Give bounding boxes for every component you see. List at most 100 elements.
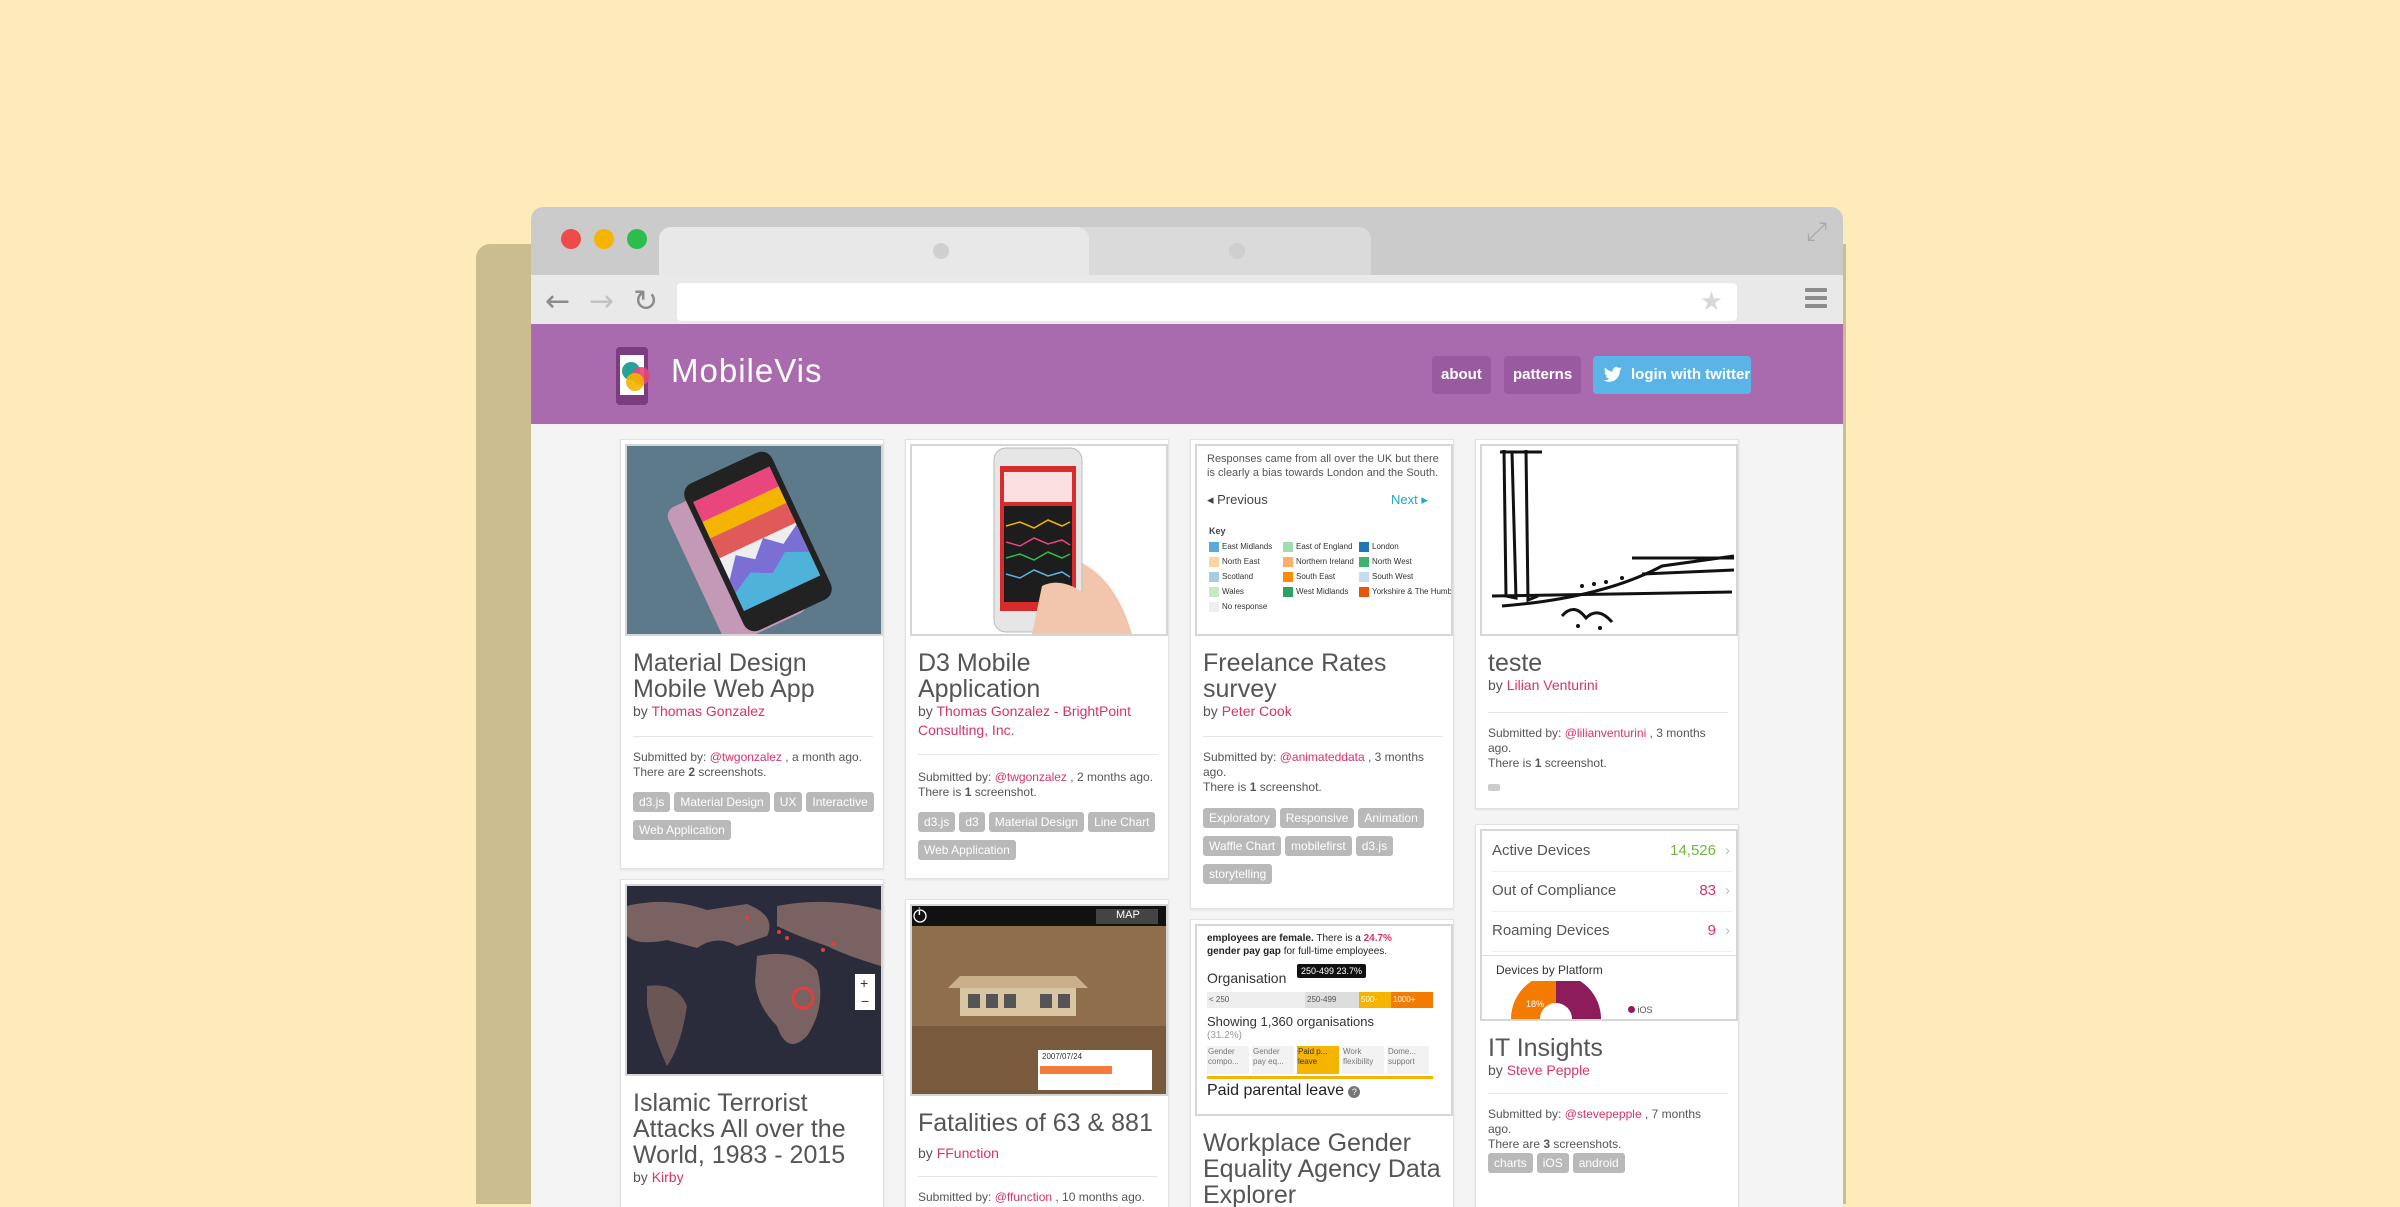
- tag[interactable]: storytelling: [1203, 864, 1273, 884]
- author-link[interactable]: Steve Pepple: [1507, 1062, 1590, 1078]
- submitter-handle[interactable]: @ffunction: [995, 1190, 1052, 1204]
- tag[interactable]: Material Design: [674, 792, 770, 812]
- tag[interactable]: mobilefirst: [1285, 836, 1352, 856]
- legend-item: East of England: [1283, 542, 1352, 552]
- card-teste[interactable]: teste by Lilian Venturini Submitted by: …: [1475, 439, 1739, 809]
- legend-label: North East: [1222, 557, 1260, 567]
- tag[interactable]: d3.js: [633, 792, 671, 812]
- about-button[interactable]: about: [1432, 356, 1491, 394]
- card-byline: by Peter Cook: [1203, 703, 1292, 719]
- tag[interactable]: Waffle Chart: [1203, 836, 1282, 856]
- tag[interactable]: iOS: [1536, 1153, 1569, 1173]
- mobilevis-logo-icon[interactable]: [615, 346, 661, 408]
- tag[interactable]: UX: [773, 792, 803, 812]
- divider: [1203, 736, 1443, 737]
- submitter-handle[interactable]: @stevepepple: [1565, 1107, 1642, 1121]
- tag[interactable]: Exploratory: [1203, 808, 1276, 828]
- submitter-handle[interactable]: @twgonzalez: [710, 750, 782, 764]
- address-bar[interactable]: ★: [677, 283, 1737, 321]
- card-workplace-gender[interactable]: employees are female. There is a 24.7% ge…: [1190, 919, 1454, 1207]
- pagination-dot[interactable]: [1488, 784, 1500, 791]
- card-title[interactable]: Freelance Rates survey: [1203, 650, 1443, 702]
- card-freelance-rates[interactable]: Responses came from all over the UK but …: [1190, 439, 1454, 909]
- card-title[interactable]: Fatalities of 63 & 881: [918, 1110, 1158, 1136]
- browser-tab-2[interactable]: [1071, 227, 1371, 275]
- tag[interactable]: d3.js: [1355, 836, 1394, 856]
- card-title[interactable]: Material Design Mobile Web App: [633, 650, 873, 702]
- card-thumbnail[interactable]: [625, 444, 883, 636]
- card-it-insights[interactable]: Active Devices 14,526 › Out of Compliance 83…: [1475, 824, 1739, 1207]
- tooltip: 250-499 23.7%: [1297, 964, 1367, 978]
- card-material-design[interactable]: Material Design Mobile Web App by Thomas…: [620, 439, 884, 869]
- browser-window: ⤢ ← → ↻ ★ MobileVis about patterns login…: [531, 207, 1843, 1207]
- back-arrow-icon[interactable]: ←: [545, 285, 570, 319]
- author-link[interactable]: Thomas Gonzalez - BrightPoint Consulting…: [918, 703, 1131, 738]
- chart-legend-item: iOS: [1628, 1005, 1653, 1015]
- thumb-caption: Responses came from all over the UK but …: [1207, 453, 1439, 479]
- reload-icon[interactable]: ↻: [633, 285, 658, 319]
- card-byline: by Steve Pepple: [1488, 1062, 1590, 1078]
- card-thumbnail[interactable]: employees are female. There is a 24.7% ge…: [1195, 924, 1453, 1116]
- patterns-button[interactable]: patterns: [1504, 356, 1582, 394]
- tab-bar: ⤢: [531, 207, 1843, 275]
- footer-label: Paid parental leave ?: [1207, 1082, 1361, 1100]
- chevron-right-icon: ›: [1725, 882, 1730, 899]
- tag[interactable]: android: [1572, 1153, 1625, 1173]
- card-thumbnail[interactable]: [1480, 444, 1738, 636]
- card-terrorist-attacks[interactable]: + − Islamic Terrorist Attacks All over t…: [620, 879, 884, 1207]
- phone-in-hand-image: [912, 446, 1166, 634]
- bookmark-star-icon[interactable]: ★: [1700, 287, 1723, 317]
- tab-close-icon[interactable]: [1229, 243, 1245, 259]
- maximize-window-button[interactable]: [627, 229, 647, 249]
- login-label: login with twitter: [1631, 366, 1751, 383]
- forward-arrow-icon[interactable]: →: [589, 285, 614, 319]
- submitter-handle[interactable]: @animateddata: [1280, 750, 1365, 764]
- tag[interactable]: d3.js: [918, 812, 956, 832]
- submitter-handle[interactable]: @twgonzalez: [995, 770, 1067, 784]
- card-d3-mobile[interactable]: D3 Mobile Application by Thomas Gonzalez…: [905, 439, 1169, 879]
- fatalities-scene-image: [912, 906, 1166, 1094]
- author-link[interactable]: Lilian Venturini: [1507, 677, 1598, 693]
- minimize-window-button[interactable]: [594, 229, 614, 249]
- band: 500-: [1359, 992, 1391, 1008]
- tab-close-icon[interactable]: [933, 243, 949, 259]
- legend-item: South East: [1283, 572, 1335, 582]
- tag[interactable]: Web Application: [633, 820, 731, 840]
- author-link[interactable]: FFunction: [937, 1145, 999, 1161]
- tag[interactable]: Animation: [1358, 808, 1424, 828]
- login-with-twitter-button[interactable]: login with twitter: [1593, 356, 1751, 394]
- submitter-handle[interactable]: @lilianventurini: [1565, 726, 1647, 740]
- card-thumbnail[interactable]: + −: [625, 884, 883, 1076]
- card-title[interactable]: Islamic Terrorist Attacks All over the W…: [633, 1090, 873, 1168]
- row-label: Roaming Devices: [1492, 922, 1610, 939]
- tag[interactable]: Line Chart: [1088, 812, 1156, 832]
- fullscreen-icon[interactable]: ⤢: [1806, 217, 1827, 248]
- card-title[interactable]: teste: [1488, 650, 1728, 676]
- tag[interactable]: Responsive: [1279, 808, 1355, 828]
- category-column: Paid p... leave: [1297, 1046, 1339, 1074]
- card-title[interactable]: IT Insights: [1488, 1035, 1728, 1061]
- close-window-button[interactable]: [561, 229, 581, 249]
- card-title[interactable]: D3 Mobile Application: [918, 650, 1158, 702]
- card-thumbnail[interactable]: Active Devices 14,526 › Out of Compliance 83…: [1480, 829, 1738, 1021]
- tag[interactable]: d3: [959, 812, 985, 832]
- legend-label: No response: [1222, 602, 1268, 612]
- tag[interactable]: Web Application: [918, 840, 1016, 860]
- card-thumbnail[interactable]: i MAP 2007/07/24: [910, 904, 1168, 1096]
- browser-tab-1[interactable]: [659, 227, 1089, 275]
- card-fatalities[interactable]: i MAP 2007/07/24 Fatalities of 63 & 881 …: [905, 899, 1169, 1207]
- menu-icon[interactable]: [1805, 288, 1827, 312]
- legend-swatch: [1283, 587, 1293, 597]
- brand-name[interactable]: MobileVis: [671, 352, 822, 390]
- tag[interactable]: charts: [1488, 1153, 1533, 1173]
- tag[interactable]: Interactive: [806, 792, 874, 812]
- legend-swatch: [1359, 557, 1369, 567]
- author-link[interactable]: Thomas Gonzalez: [651, 703, 765, 719]
- author-link[interactable]: Peter Cook: [1222, 703, 1292, 719]
- tag[interactable]: Material Design: [988, 812, 1085, 832]
- author-link[interactable]: Kirby: [652, 1169, 684, 1185]
- card-thumbnail[interactable]: Responses came from all over the UK but …: [1195, 444, 1453, 636]
- card-thumbnail[interactable]: [910, 444, 1168, 636]
- card-byline: by Kirby: [633, 1169, 684, 1185]
- card-title[interactable]: Workplace Gender Equality Agency Data Ex…: [1203, 1130, 1443, 1207]
